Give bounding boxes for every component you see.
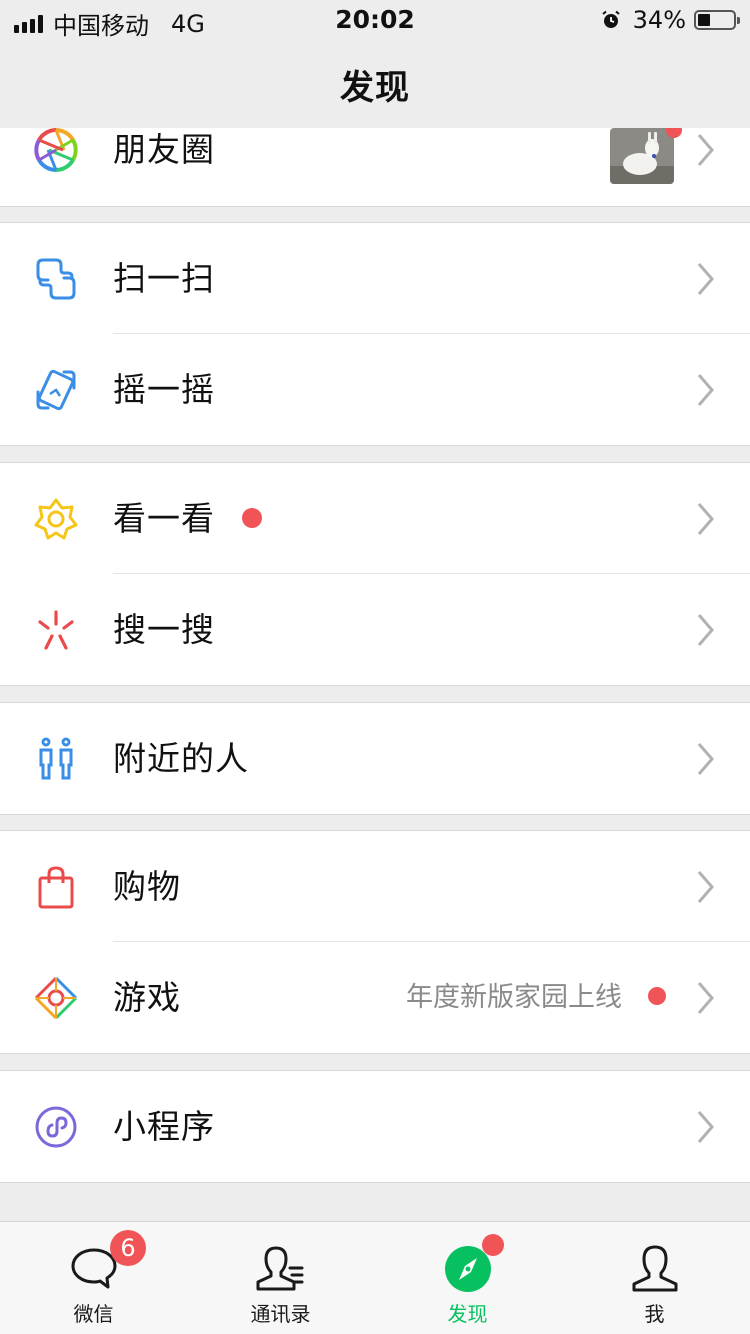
menu-item-scan[interactable]: 扫一扫 xyxy=(0,223,750,334)
games-subtitle: 年度新版家园上线 xyxy=(406,982,622,1013)
discover-list[interactable]: 朋友圈 扫一扫 摇一摇 看一看 搜一搜 附近的人 购物 游戏 年度新版家园上线 … xyxy=(0,128,750,1222)
menu-label-games: 游戏 xyxy=(113,978,181,1017)
menu-label-shake: 摇一摇 xyxy=(113,370,215,409)
mini-program-icon xyxy=(35,1106,77,1148)
tab-chats[interactable]: 6 微信 xyxy=(0,1222,187,1334)
chevron-right-icon xyxy=(697,743,714,775)
chevron-right-icon xyxy=(697,982,714,1014)
nav-bar: 发现 xyxy=(0,40,750,128)
group-scan-shake: 扫一扫 摇一摇 xyxy=(0,222,750,446)
menu-item-people-nearby[interactable]: 附近的人 xyxy=(0,703,750,814)
tab-label-me: 我 xyxy=(644,1302,665,1326)
scan-icon xyxy=(36,258,76,300)
games-new-dot xyxy=(648,987,666,1005)
chevron-right-icon xyxy=(697,871,714,903)
alarm-icon xyxy=(602,10,620,28)
shopping-bag-icon xyxy=(38,866,74,909)
tab-me[interactable]: 我 xyxy=(561,1222,748,1334)
chevron-right-icon xyxy=(697,1111,714,1143)
tab-label-discover: 发现 xyxy=(447,1302,488,1326)
me-person-icon xyxy=(632,1245,677,1292)
bottom-tab-bar: 6 微信 通讯录 发现 我 xyxy=(0,1221,750,1334)
menu-item-shake[interactable]: 摇一摇 xyxy=(0,334,750,445)
tab-discover[interactable]: 发现 xyxy=(374,1222,561,1334)
contacts-person-icon xyxy=(256,1246,303,1291)
people-nearby-icon xyxy=(39,737,73,780)
menu-label-search: 搜一搜 xyxy=(113,610,215,649)
group-shopping-games: 购物 游戏 年度新版家园上线 xyxy=(0,830,750,1054)
search-sparkle-icon xyxy=(38,610,74,650)
tab-label-chats: 微信 xyxy=(73,1302,114,1326)
page-title: 发现 xyxy=(340,68,410,108)
battery-icon xyxy=(694,10,740,30)
menu-label-moments: 朋友圈 xyxy=(113,130,215,169)
discover-new-dot xyxy=(482,1234,504,1256)
group-nearby: 附近的人 xyxy=(0,702,750,815)
chevron-right-icon xyxy=(697,374,714,406)
moments-new-dot xyxy=(666,128,682,138)
moments-aperture-icon xyxy=(34,128,78,172)
games-diamond-icon xyxy=(34,976,78,1020)
chats-unread-badge: 6 xyxy=(110,1230,146,1266)
menu-label-mini-programs: 小程序 xyxy=(113,1107,215,1146)
chevron-right-icon xyxy=(697,503,714,535)
top-stories-new-dot xyxy=(242,508,262,528)
menu-label-shopping: 购物 xyxy=(113,867,181,906)
menu-item-shopping[interactable]: 购物 xyxy=(0,831,750,942)
status-bar: 中国移动 4G 20:02 34% xyxy=(0,0,750,40)
tab-contacts[interactable]: 通讯录 xyxy=(187,1222,374,1334)
menu-label-top-stories: 看一看 xyxy=(113,499,215,538)
group-look-search: 看一看 搜一搜 xyxy=(0,462,750,686)
top-stories-star-icon xyxy=(34,498,78,540)
chevron-right-icon xyxy=(697,134,714,166)
menu-item-games[interactable]: 游戏 年度新版家园上线 xyxy=(0,942,750,1053)
chevron-right-icon xyxy=(697,614,714,646)
menu-label-people-nearby: 附近的人 xyxy=(113,739,249,778)
chevron-right-icon xyxy=(697,263,714,295)
menu-label-scan: 扫一扫 xyxy=(113,259,215,298)
tab-label-contacts: 通讯录 xyxy=(250,1302,311,1326)
status-right: 34% xyxy=(601,6,740,34)
battery-percent: 34% xyxy=(632,6,686,34)
menu-item-search[interactable]: 搜一搜 xyxy=(0,574,750,685)
group-moments: 朋友圈 xyxy=(0,128,750,207)
menu-item-top-stories[interactable]: 看一看 xyxy=(0,463,750,574)
group-mini-programs: 小程序 xyxy=(0,1070,750,1183)
moments-thumbnail-image xyxy=(610,128,674,184)
menu-item-mini-programs[interactable]: 小程序 xyxy=(0,1071,750,1182)
menu-item-moments[interactable]: 朋友圈 xyxy=(0,128,750,205)
shake-phone-icon xyxy=(36,369,76,411)
